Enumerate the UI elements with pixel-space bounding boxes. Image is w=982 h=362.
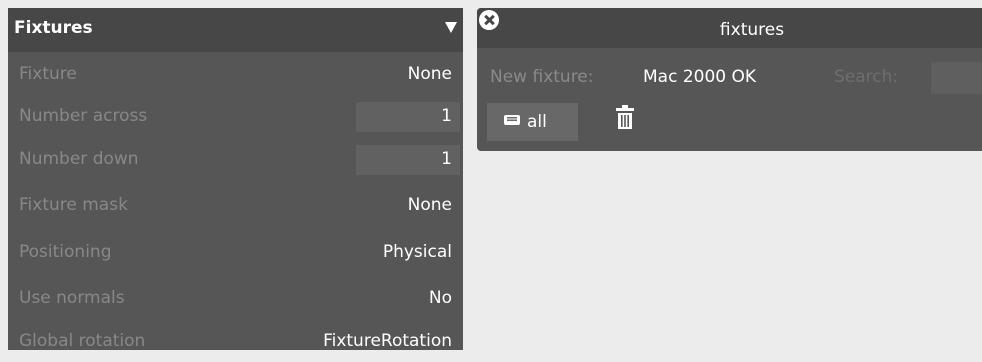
window-title: fixtures <box>719 20 785 40</box>
property-row-fixture-mask[interactable]: Fixture mask None <box>8 186 463 226</box>
property-label: Number across <box>19 106 148 126</box>
search-input[interactable] <box>931 62 982 94</box>
positioning-select[interactable]: Physical <box>383 242 452 262</box>
fixture-mask-select[interactable]: None <box>408 195 452 215</box>
property-row-number-down: Number down 1 <box>8 140 463 180</box>
property-row-number-across: Number across 1 <box>8 97 463 137</box>
search-label: Search: <box>834 67 899 87</box>
property-label: Positioning <box>19 242 112 262</box>
new-fixture-label: New fixture: <box>490 67 594 87</box>
property-label: Fixture <box>19 64 77 84</box>
number-down-input[interactable]: 1 <box>356 145 460 175</box>
property-row-use-normals[interactable]: Use normals No <box>8 279 463 319</box>
property-row-positioning[interactable]: Positioning Physical <box>8 233 463 273</box>
close-icon[interactable] <box>479 10 499 30</box>
property-label: Fixture mask <box>19 195 128 215</box>
panel-title: Fixtures <box>14 18 93 38</box>
property-label: Number down <box>19 149 139 169</box>
fixture-select[interactable]: None <box>408 64 452 84</box>
window-titlebar[interactable]: fixtures <box>477 8 982 48</box>
property-label: Global rotation <box>19 331 146 351</box>
fixtures-window: fixtures New fixture: Mac 2000 OK Search… <box>477 8 982 151</box>
property-row-global-rotation[interactable]: Global rotation FixtureRotation <box>8 322 463 362</box>
all-button-label: all <box>527 112 547 132</box>
number-across-input[interactable]: 1 <box>356 102 460 132</box>
use-normals-select[interactable]: No <box>429 288 452 308</box>
property-row-fixture[interactable]: Fixture None <box>8 55 463 95</box>
trash-icon[interactable] <box>616 105 634 129</box>
new-fixture-select[interactable]: Mac 2000 OK <box>643 67 756 87</box>
properties-panel: Fixtures Fixture None Number across 1 Nu… <box>8 8 463 351</box>
global-rotation-select[interactable]: FixtureRotation <box>323 331 452 351</box>
list-icon <box>504 115 520 125</box>
number-across-value: 1 <box>441 106 452 126</box>
triangle-down-icon[interactable] <box>445 22 457 33</box>
panel-header[interactable]: Fixtures <box>8 8 463 52</box>
property-label: Use normals <box>19 288 125 308</box>
number-down-value: 1 <box>441 149 452 169</box>
all-button[interactable]: all <box>487 103 578 141</box>
